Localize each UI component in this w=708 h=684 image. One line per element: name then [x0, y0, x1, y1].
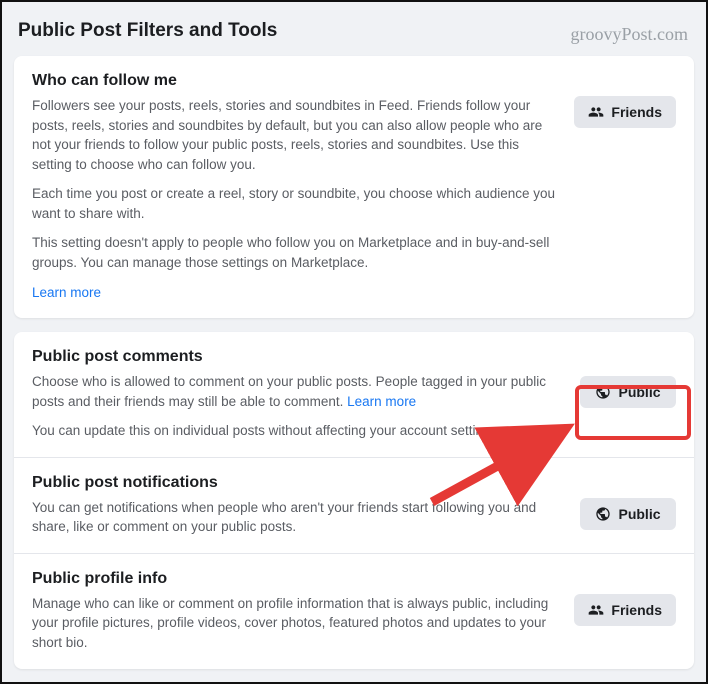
section-title-notifications: Public post notifications	[32, 474, 676, 492]
section-follow: Who can follow me Followers see your pos…	[14, 56, 694, 318]
section-notifications: Public post notifications You can get no…	[14, 457, 694, 553]
comments-button-label: Public	[618, 384, 660, 400]
comments-audience-button[interactable]: Public	[580, 376, 676, 408]
profile-audience-button[interactable]: Friends	[574, 594, 676, 626]
section-comments: Public post comments Choose who is allow…	[14, 332, 694, 457]
profile-paragraph-1: Manage who can like or comment on profil…	[32, 594, 560, 653]
notifications-button-label: Public	[618, 506, 660, 522]
app-frame: groovyPost.com Public Post Filters and T…	[0, 0, 708, 684]
section-text-comments: Choose who is allowed to comment on your…	[32, 372, 566, 441]
watermark: groovyPost.com	[570, 24, 688, 45]
follow-audience-button[interactable]: Friends	[574, 96, 676, 128]
card-public-settings: Public post comments Choose who is allow…	[14, 332, 694, 669]
section-title-profile: Public profile info	[32, 570, 676, 588]
follow-button-label: Friends	[611, 104, 662, 120]
friends-icon	[588, 602, 604, 618]
follow-learn-more-link[interactable]: Learn more	[32, 285, 101, 300]
notifications-paragraph-1: You can get notifications when people wh…	[32, 498, 566, 537]
comments-paragraph-2: You can update this on individual posts …	[32, 421, 566, 441]
comments-learn-more-link[interactable]: Learn more	[347, 394, 416, 409]
section-text-profile: Manage who can like or comment on profil…	[32, 594, 560, 653]
globe-icon	[595, 384, 611, 400]
notifications-audience-button[interactable]: Public	[580, 498, 676, 530]
section-body-profile: Manage who can like or comment on profil…	[32, 594, 676, 653]
section-body-follow: Followers see your posts, reels, stories…	[32, 96, 676, 302]
section-text-follow: Followers see your posts, reels, stories…	[32, 96, 560, 302]
comments-p1-text: Choose who is allowed to comment on your…	[32, 374, 546, 409]
section-title-comments: Public post comments	[32, 348, 676, 366]
follow-paragraph-2: Each time you post or create a reel, sto…	[32, 184, 560, 223]
follow-paragraph-3: This setting doesn't apply to people who…	[32, 233, 560, 272]
follow-paragraph-1: Followers see your posts, reels, stories…	[32, 96, 560, 174]
section-text-notifications: You can get notifications when people wh…	[32, 498, 566, 537]
profile-button-label: Friends	[611, 602, 662, 618]
section-body-notifications: You can get notifications when people wh…	[32, 498, 676, 537]
section-profile: Public profile info Manage who can like …	[14, 553, 694, 669]
card-follow: Who can follow me Followers see your pos…	[14, 56, 694, 318]
section-title-follow: Who can follow me	[32, 72, 676, 90]
comments-paragraph-1: Choose who is allowed to comment on your…	[32, 372, 566, 411]
friends-icon	[588, 104, 604, 120]
section-body-comments: Choose who is allowed to comment on your…	[32, 372, 676, 441]
globe-icon	[595, 506, 611, 522]
